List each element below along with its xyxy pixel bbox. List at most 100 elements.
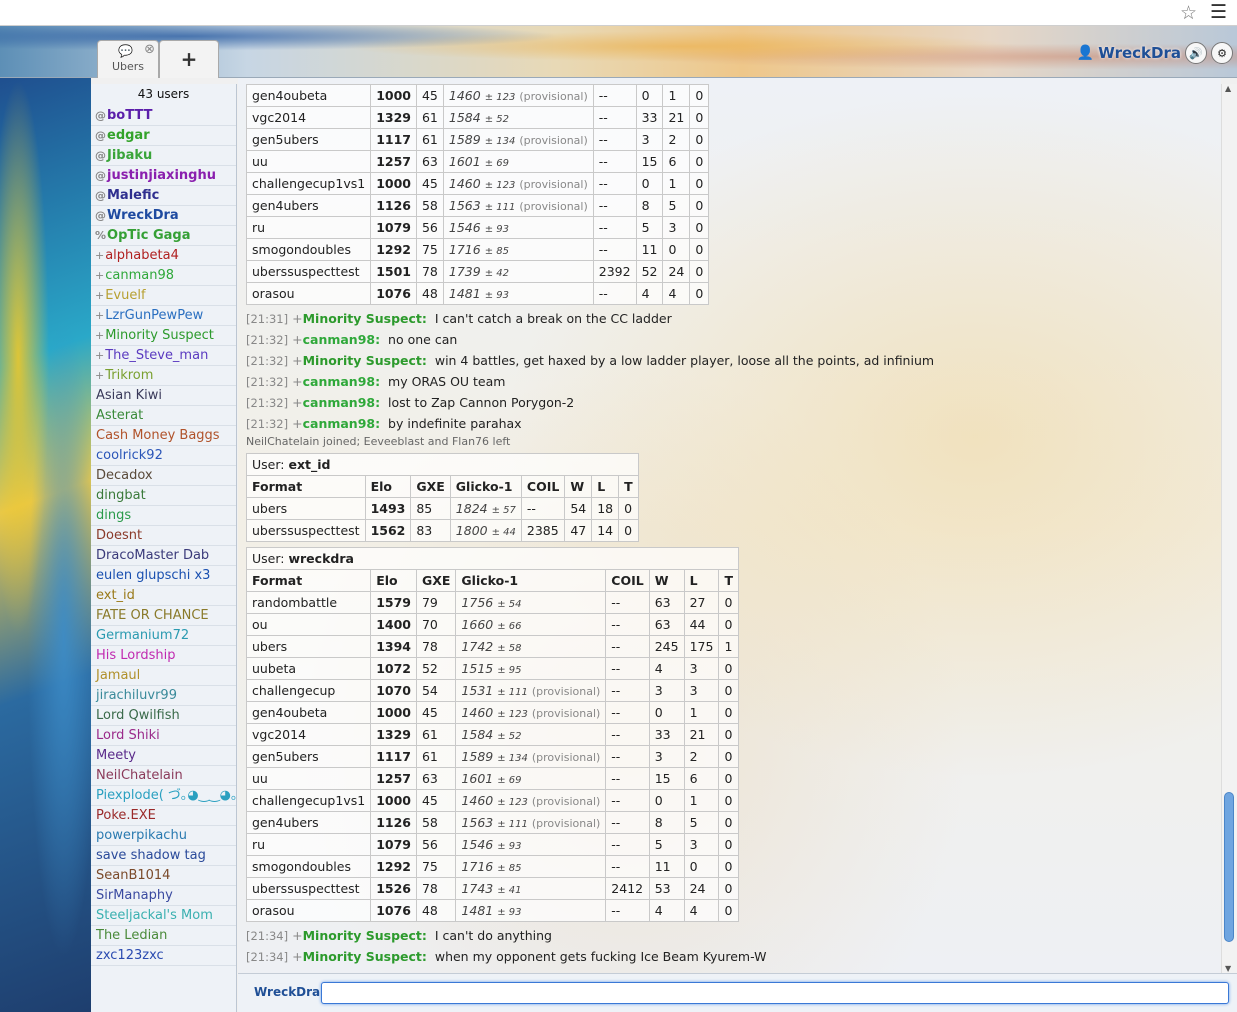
user-list-item[interactable]: @justinjiaxinghu [91, 166, 236, 186]
user-list-item[interactable]: Steeljackal's Mom [91, 906, 236, 926]
message-input[interactable] [321, 982, 1229, 1004]
user-list-item[interactable]: Asterat [91, 406, 236, 426]
table-row: orasou 1076 48 1481 ± 93 -- 4 4 0 [245, 899, 739, 922]
ties-cell: 0 [718, 591, 739, 614]
elo-cell: 1117 [370, 745, 417, 768]
user-list-item[interactable]: FATE OR CHANCE [91, 606, 236, 626]
scroll-thumb[interactable] [1224, 792, 1234, 942]
user-list-item[interactable]: His Lordship [91, 646, 236, 666]
user-name: The Ledian [96, 928, 168, 943]
table-caption-row: User: wreckdra [246, 547, 739, 570]
user-name: Trikrom [105, 368, 154, 383]
wins-cell: 0 [635, 172, 664, 195]
user-list-item[interactable]: +LzrGunPewPew [91, 306, 236, 326]
user-list-item[interactable]: @edgar [91, 126, 236, 146]
provisional-label: (provisional) [519, 178, 588, 191]
hamburger-menu-icon[interactable]: ☰ [1210, 1, 1227, 23]
user-name: Doesnt [96, 528, 143, 543]
losses-cell: 3 [683, 657, 720, 680]
user-list-item[interactable]: eulen glupschi x3 [91, 566, 236, 586]
user-list-item[interactable]: Lord Qwilfish [91, 706, 236, 726]
format-cell: challengecup1vs1 [245, 789, 372, 812]
message-text: by indefinite parahax [388, 416, 522, 431]
table-row: ru 1079 56 1546 ± 93 -- 5 3 0 [245, 216, 710, 239]
chat-log[interactable]: gen4oubeta 1000 45 1460 ± 123 (provisional)… [238, 78, 1221, 973]
message-author[interactable]: Minority Suspect: [303, 353, 427, 368]
table-user-caption: User: ext_id [246, 453, 639, 476]
user-list-item[interactable]: SirManaphy [91, 886, 236, 906]
close-icon[interactable]: ⊗ [144, 42, 155, 57]
star-icon[interactable]: ☆ [1180, 2, 1197, 24]
user-list-item[interactable]: @Jibaku [91, 146, 236, 166]
message-author[interactable]: canman98: [303, 332, 381, 347]
user-list-item[interactable]: @Malefic [91, 186, 236, 206]
user-list-item[interactable]: +Trikrom [91, 366, 236, 386]
message-author[interactable]: Minority Suspect: [303, 311, 427, 326]
user-list-item[interactable]: Doesnt [91, 526, 236, 546]
gear-icon[interactable]: ⚙ [1211, 42, 1233, 64]
wins-cell: 63 [648, 591, 685, 614]
user-list-item[interactable]: zxc123zxc [91, 946, 236, 966]
scroll-up-arrow-icon[interactable]: ▲ [1225, 84, 1231, 93]
message-rank: + [292, 374, 303, 389]
user-list-item[interactable]: +alphabeta4 [91, 246, 236, 266]
user-list-item[interactable]: save shadow tag [91, 846, 236, 866]
user-list-item[interactable]: The Ledian [91, 926, 236, 946]
user-list-item[interactable]: +The_Steve_man [91, 346, 236, 366]
column-header-glicko: Glicko-1 [455, 569, 607, 592]
username[interactable]: WreckDra [1098, 44, 1181, 62]
user-list-item[interactable]: Lord Shiki [91, 726, 236, 746]
glicko-deviation: ± 44 [491, 527, 516, 538]
user-list-item[interactable]: Meety [91, 746, 236, 766]
user-list-item[interactable]: Decadox [91, 466, 236, 486]
gxe-cell: 61 [415, 723, 457, 746]
join-leave-notice: NeilChatelain joined; Eeveeblast and Fla… [246, 435, 511, 448]
user-list-item[interactable]: Asian Kiwi [91, 386, 236, 406]
user-list-item[interactable]: dingbat [91, 486, 236, 506]
user-list-item[interactable]: Jamaul [91, 666, 236, 686]
add-tab-button[interactable]: + [159, 40, 219, 78]
user-list-item[interactable]: powerpikachu [91, 826, 236, 846]
user-icon: 👤 [1076, 45, 1095, 61]
user-list-item[interactable]: ext_id [91, 586, 236, 606]
user-list-item[interactable]: dings [91, 506, 236, 526]
message-author[interactable]: canman98: [303, 395, 381, 410]
tab-ubers[interactable]: 💬 ⊗ Ubers [97, 40, 159, 78]
elo-cell: 1076 [370, 899, 417, 922]
user-list-item[interactable]: DracoMaster Dab [91, 546, 236, 566]
user-list-item[interactable]: coolrick92 [91, 446, 236, 466]
user-name: dingbat [96, 488, 146, 503]
speech-bubble-icon: 💬 [118, 44, 133, 58]
speaker-icon[interactable]: 🔊 [1185, 42, 1207, 64]
chat-scrollbar[interactable]: ▲ ▼ [1221, 84, 1237, 973]
coil-cell: 2412 [605, 877, 650, 900]
user-list-item[interactable]: jirachiluvr99 [91, 686, 236, 706]
user-list-item[interactable]: Cash Money Baggs [91, 426, 236, 446]
message-author[interactable]: canman98: [303, 374, 381, 389]
user-list-item[interactable]: Poke.EXE [91, 806, 236, 826]
format-cell: uu [245, 767, 372, 790]
user-list-item[interactable]: @boTTT [91, 106, 236, 126]
message-author[interactable]: Minority Suspect: [303, 949, 427, 964]
format-cell: gen5ubers [245, 745, 372, 768]
provisional-label: (provisional) [531, 751, 601, 764]
ties-cell: 0 [718, 701, 739, 724]
user-list-item[interactable]: @WreckDra [91, 206, 236, 226]
user-list-item[interactable]: +Evuelf [91, 286, 236, 306]
ties-cell: 0 [689, 238, 710, 261]
elo-cell: 1126 [370, 811, 417, 834]
user-list-item[interactable]: +Minority Suspect [91, 326, 236, 346]
message-author[interactable]: canman98: [303, 416, 381, 431]
table-user-caption: User: wreckdra [246, 547, 739, 570]
message-author[interactable]: Minority Suspect: [303, 928, 427, 943]
user-list-item[interactable]: Germanium72 [91, 626, 236, 646]
user-list-item[interactable]: Piexplode( づ｡◕‿‿◕｡)づ [91, 786, 236, 806]
user-name: boTTT [107, 108, 153, 123]
user-list-item[interactable]: %OpTic Gaga [91, 226, 236, 246]
scroll-down-arrow-icon[interactable]: ▼ [1225, 964, 1231, 973]
wins-cell: 8 [648, 811, 685, 834]
user-list-item[interactable]: +canman98 [91, 266, 236, 286]
user-list-item[interactable]: NeilChatelain [91, 766, 236, 786]
user-list-item[interactable]: SeanB1014 [91, 866, 236, 886]
glicko-rating: 1743 [461, 881, 494, 896]
